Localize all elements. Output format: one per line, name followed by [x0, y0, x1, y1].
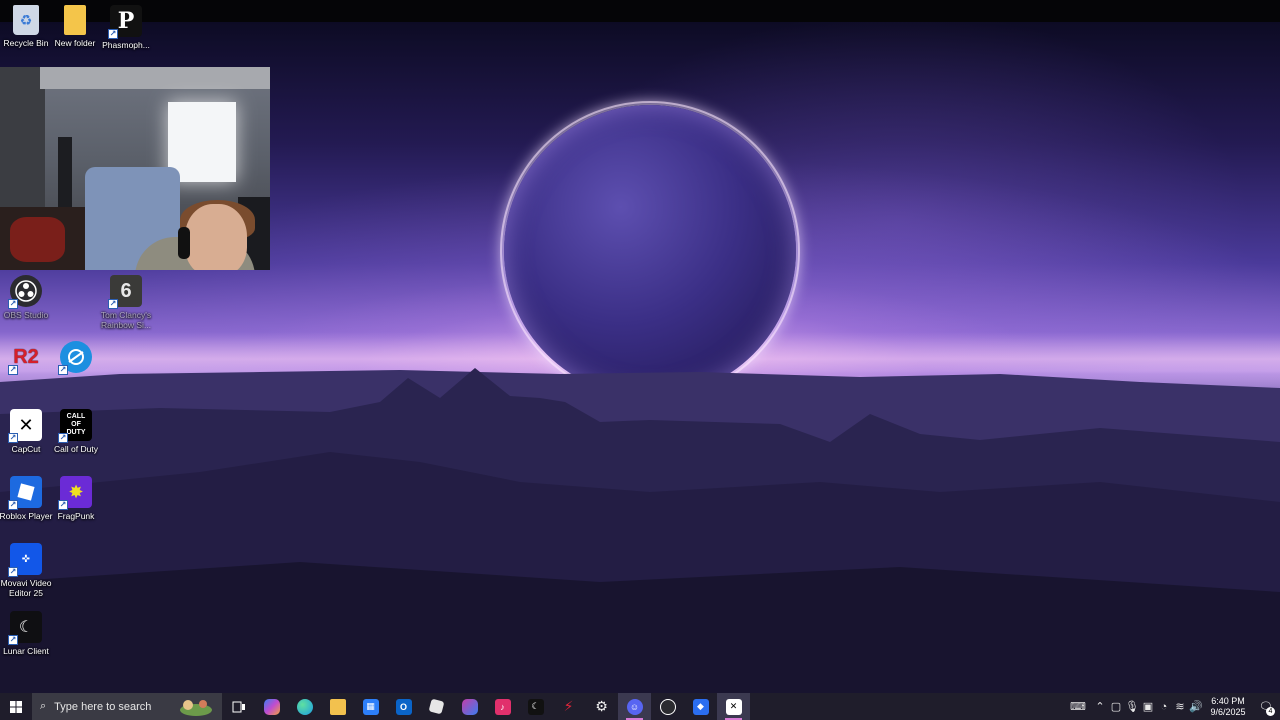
folder-icon — [64, 5, 86, 35]
capcut-shortcut[interactable]: ✕ ↗ CapCut — [0, 409, 52, 454]
obs-icon — [659, 698, 676, 715]
taskbar: ⌕ Type here to search ▦ O ♪ ☾ ⚡ ⚙ ☺ ◆ ✕ … — [0, 693, 1280, 720]
keyboard-layout-icon[interactable]: ⌨ — [1064, 700, 1092, 713]
taskbar-clock[interactable]: 6:40 PM 9/6/2025 — [1204, 696, 1252, 718]
roblox-icon: ↗ — [8, 476, 42, 510]
shortcut-arrow-icon: ↗ — [58, 500, 68, 510]
movavi-shortcut[interactable]: ✜ ↗ Movavi Video Editor 25 — [0, 543, 52, 598]
taskbar-roblox-player[interactable]: ◆ — [684, 693, 717, 720]
lunar-client-label: Lunar Client — [3, 646, 49, 656]
clock-time: 6:40 PM — [1211, 695, 1245, 706]
task-view-icon — [232, 701, 245, 712]
search-icon: ⌕ — [40, 700, 47, 712]
roblox-icon — [428, 698, 445, 715]
taskbar-lunar-client[interactable]: ☾ — [519, 693, 552, 720]
task-view-button[interactable] — [222, 693, 255, 720]
shortcut-arrow-icon: ↗ — [8, 299, 18, 309]
taskbar-tiktok[interactable]: ♪ — [486, 693, 519, 720]
capcut-icon: ✕ — [725, 698, 742, 715]
edge-icon — [296, 698, 313, 715]
discord-icon: ☺ — [626, 698, 643, 715]
phasmophobia-label: Phasmoph... — [102, 40, 150, 50]
taskbar-steelseries[interactable]: ⚙ — [585, 693, 618, 720]
r2-icon: R2 ↗ — [8, 345, 39, 375]
microphone-icon[interactable]: 🎙 — [1124, 700, 1140, 713]
tiktok-icon: ♪ — [494, 698, 511, 715]
windows-logo-icon — [10, 700, 22, 713]
obs-studio-shortcut[interactable]: ↗ OBS Studio — [0, 275, 52, 320]
bolt-icon: ⚡ — [563, 698, 574, 714]
top-black-bar — [0, 0, 1280, 22]
taskbar-capcut[interactable]: ✕ — [717, 693, 750, 720]
shortcut-arrow-icon: ↗ — [8, 500, 18, 510]
r2-shortcut[interactable]: R2 ↗ — [0, 341, 52, 376]
roblox-player-shortcut[interactable]: ↗ Roblox Player — [0, 476, 52, 521]
shortcut-arrow-icon: ↗ — [58, 433, 68, 443]
search-input[interactable]: ⌕ Type here to search — [32, 693, 222, 720]
lunar-client-icon: ☾ — [527, 698, 544, 715]
recycle-bin-icon: ♻ — [13, 5, 39, 35]
system-tray: ⌨ ⌃ ▢ 🎙 ▣ ◔ ≋ 🔊 6:40 PM 9/6/2025 🗨 4 — [1064, 693, 1280, 720]
taskbar-obs[interactable] — [651, 693, 684, 720]
start-button[interactable] — [0, 693, 32, 720]
rainbow-six-shortcut[interactable]: 6 ↗ Tom Clancy's Rainbow Si... — [100, 275, 152, 330]
phasmophobia-icon: P ↗ — [108, 5, 142, 39]
roblox-player-icon: ◆ — [692, 698, 709, 715]
taskbar-file-explorer[interactable] — [321, 693, 354, 720]
movavi-label: Movavi Video Editor 25 — [0, 578, 52, 598]
shortcut-arrow-icon: ↗ — [8, 635, 18, 645]
capcut-icon: ✕ ↗ — [8, 409, 42, 443]
shortcut-arrow-icon: ↗ — [8, 567, 18, 577]
taskbar-microsoft-365[interactable] — [453, 693, 486, 720]
shortcut-arrow-icon: ↗ — [108, 299, 118, 309]
lunar-client-icon: ☾ ↗ — [8, 611, 42, 645]
battlenet-shortcut[interactable]: ↗ — [50, 341, 102, 376]
shortcut-arrow-icon: ↗ — [108, 29, 118, 39]
obs-icon: ↗ — [8, 275, 42, 309]
store-icon: ▦ — [362, 698, 379, 715]
copilot-icon — [263, 698, 280, 715]
fragpunk-icon: ✸ ↗ — [58, 476, 92, 510]
rainbow-six-icon: 6 ↗ — [108, 275, 142, 309]
outlook-icon: O — [395, 698, 412, 715]
taskbar-edge[interactable] — [288, 693, 321, 720]
taskbar-outlook[interactable]: O — [387, 693, 420, 720]
call-of-duty-icon: CALL OF DUTY ↗ — [58, 409, 92, 443]
phasmophobia-shortcut[interactable]: P ↗ Phasmoph... — [100, 5, 152, 50]
call-of-duty-label: Call of Duty — [54, 444, 98, 454]
app-tray-icon[interactable]: ▢ — [1108, 700, 1124, 713]
call-of-duty-shortcut[interactable]: CALL OF DUTY ↗ Call of Duty — [50, 409, 102, 454]
shortcut-arrow-icon: ↗ — [8, 433, 18, 443]
new-folder-shortcut[interactable]: New folder — [49, 5, 101, 48]
display-icon[interactable]: ▣ — [1140, 700, 1156, 713]
battlenet-icon: ↗ — [58, 341, 92, 375]
fragpunk-shortcut[interactable]: ✸ ↗ FragPunk — [50, 476, 102, 521]
lunar-client-shortcut[interactable]: ☾ ↗ Lunar Client — [0, 611, 52, 656]
taskbar-bolt-app[interactable]: ⚡ — [552, 693, 585, 720]
microsoft-365-icon — [461, 698, 478, 715]
taskbar-discord[interactable]: ☺ — [618, 693, 651, 720]
taskbar-roblox[interactable] — [420, 693, 453, 720]
file-explorer-icon — [329, 698, 346, 715]
shortcut-arrow-icon: ↗ — [8, 365, 18, 375]
movavi-icon: ✜ ↗ — [8, 543, 42, 577]
wifi-icon[interactable]: ≋ — [1172, 700, 1188, 713]
taskbar-copilot[interactable] — [255, 693, 288, 720]
taskbar-store[interactable]: ▦ — [354, 693, 387, 720]
show-hidden-icons-icon[interactable]: ⌃ — [1092, 700, 1108, 713]
clock-date: 9/6/2025 — [1210, 706, 1246, 717]
shortcut-arrow-icon: ↗ — [58, 365, 68, 375]
search-highlight-icon — [180, 700, 212, 716]
network-icon[interactable]: ◔ — [1156, 701, 1172, 713]
fragpunk-label: FragPunk — [57, 511, 95, 521]
volume-icon[interactable]: 🔊 — [1188, 700, 1204, 713]
notification-badge: 4 — [1266, 707, 1275, 716]
steelseries-icon: ⚙ — [595, 698, 608, 714]
rainbow-six-label: Tom Clancy's Rainbow Si... — [100, 310, 152, 330]
webcam-overlay — [0, 67, 270, 270]
obs-studio-label: OBS Studio — [3, 310, 49, 320]
search-placeholder: Type here to search — [54, 700, 152, 713]
notification-center-button[interactable]: 🗨 4 — [1252, 693, 1280, 720]
